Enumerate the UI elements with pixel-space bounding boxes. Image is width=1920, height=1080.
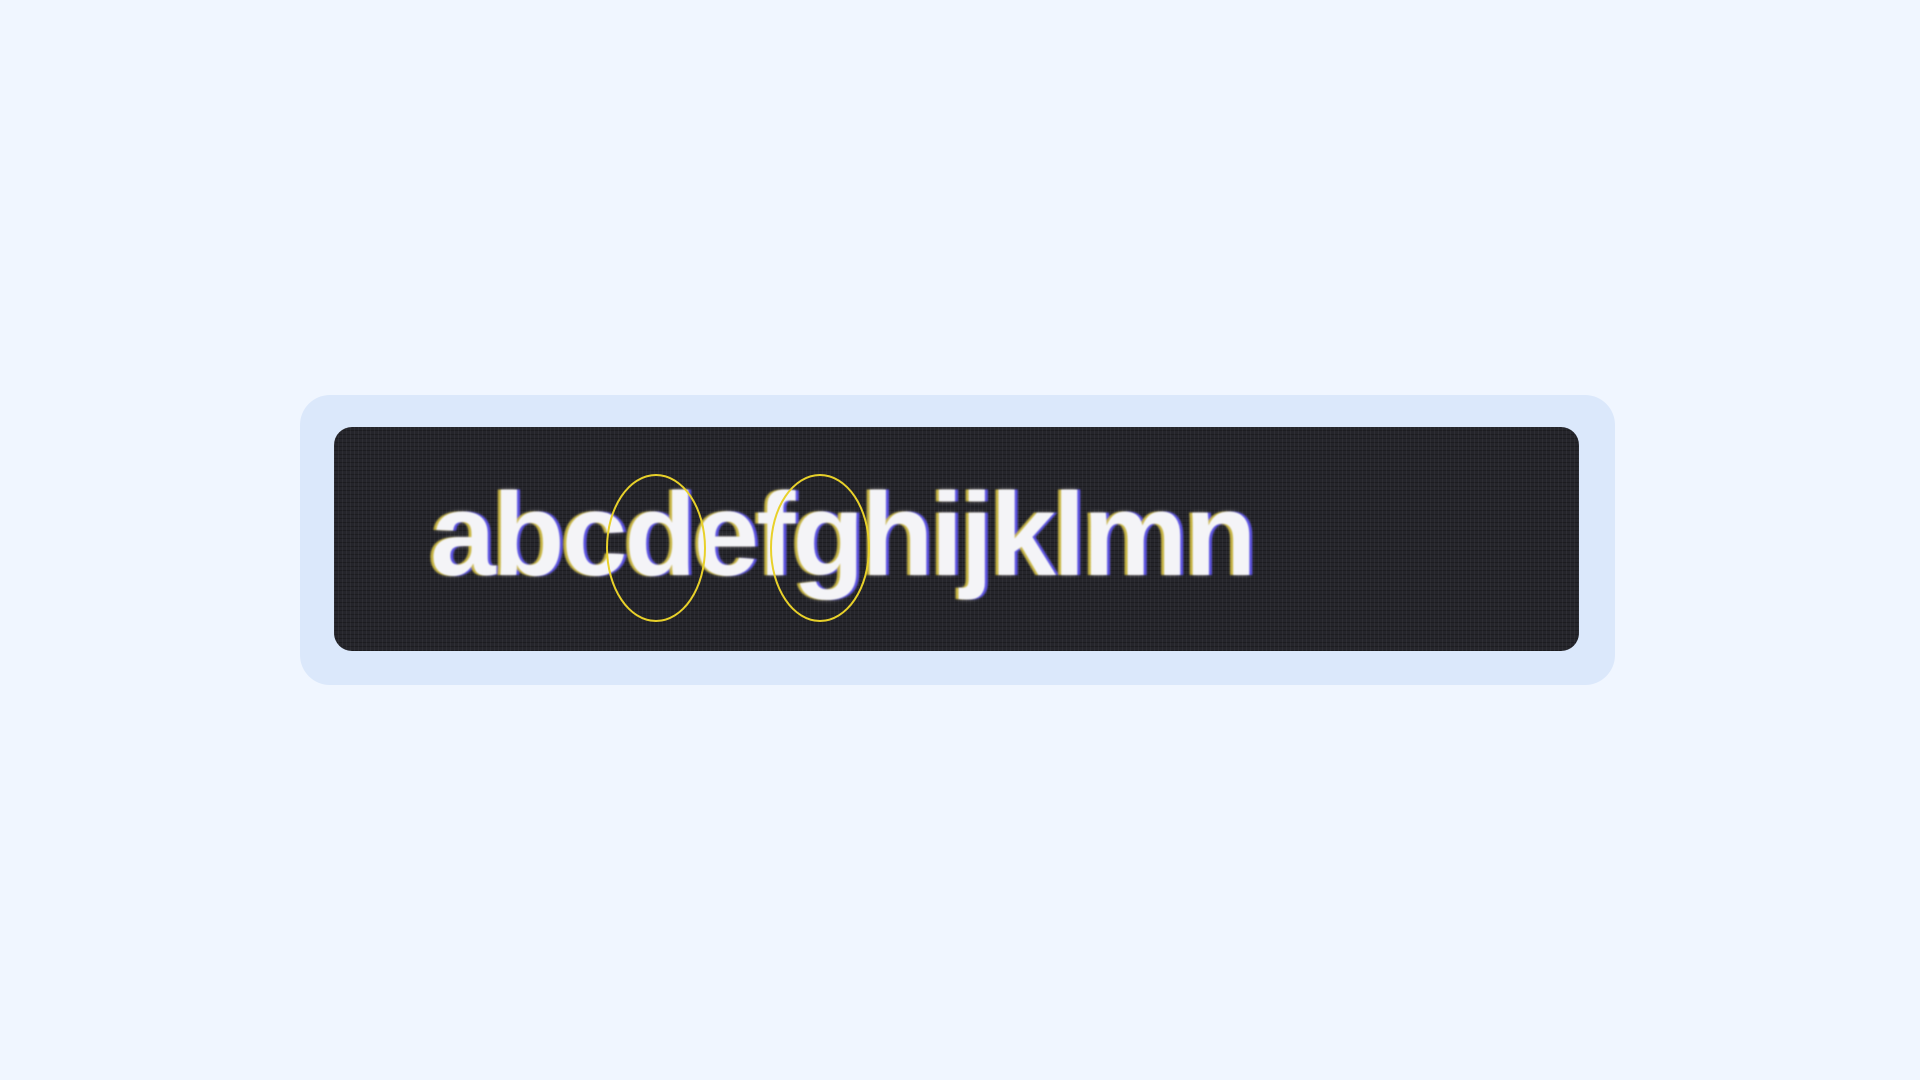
glyph-j: j — [960, 469, 993, 601]
glyph-a: a — [430, 469, 496, 601]
highlight-ring-c — [606, 474, 706, 622]
glyph-m: m — [1082, 469, 1188, 601]
glyph-n: n — [1184, 469, 1257, 601]
glyph-b: b — [492, 469, 565, 601]
highlight-ring-e — [770, 474, 870, 622]
glyph-k: k — [990, 469, 1056, 601]
subpixel-display-closeup: abcdefghijklmn — [334, 427, 1579, 651]
glyph-h: h — [861, 469, 934, 601]
glyph-l: l — [1052, 469, 1086, 601]
glyph-i: i — [930, 469, 964, 601]
